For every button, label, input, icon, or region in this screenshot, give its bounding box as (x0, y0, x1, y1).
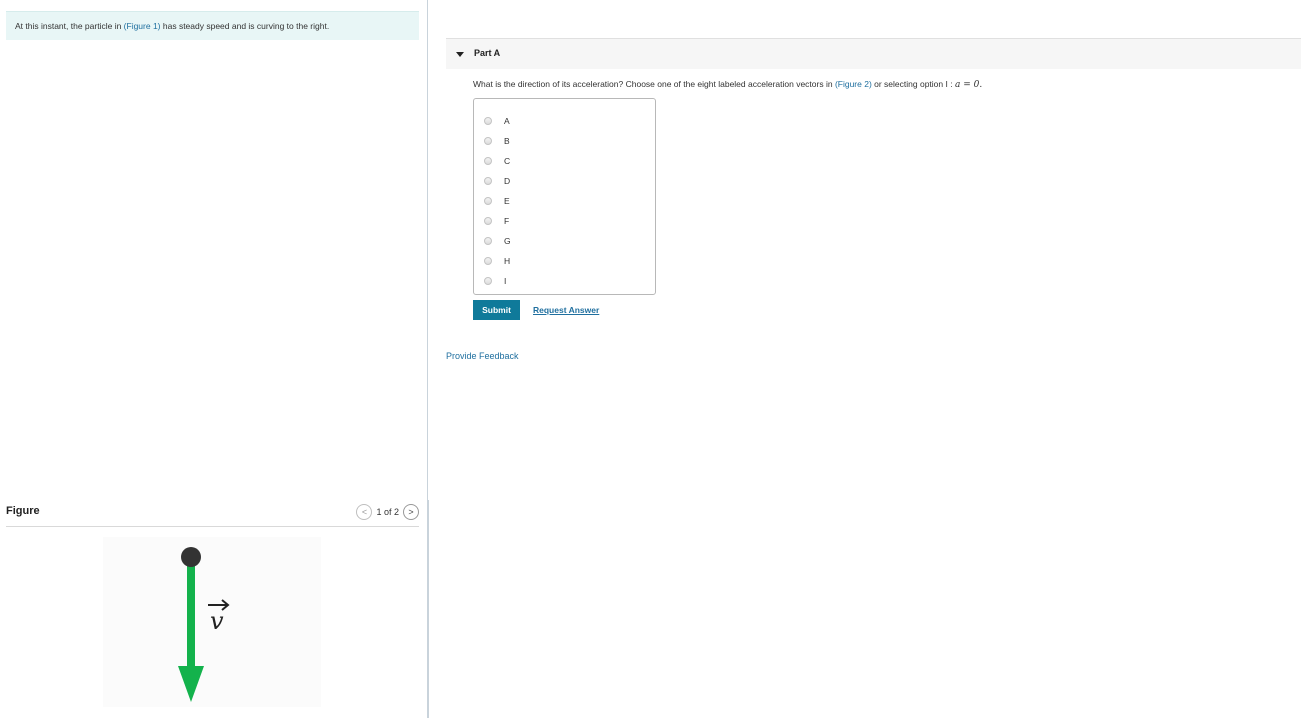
option-label: G (504, 236, 511, 246)
vector-v-label: v (210, 607, 224, 635)
option-f[interactable]: F (474, 211, 655, 231)
figure-1-link[interactable]: (Figure 1) (124, 21, 161, 31)
option-label: D (504, 176, 511, 186)
right-pane: Part A What is the direction of its acce… (446, 0, 1301, 718)
radio-button[interactable] (484, 257, 492, 265)
math-acceleration: a = 0. (955, 80, 982, 90)
option-i[interactable]: I (474, 271, 655, 291)
figure-title: Figure (6, 505, 40, 517)
option-g[interactable]: G (474, 231, 655, 251)
radio-button[interactable] (484, 237, 492, 245)
radio-button[interactable] (484, 117, 492, 125)
particle-dot (181, 547, 201, 567)
radio-button[interactable] (484, 277, 492, 285)
left-pane: At this instant, the particle in (Figure… (0, 0, 428, 718)
intro-after: has steady speed and is curving to the r… (160, 21, 330, 31)
option-label: C (504, 156, 511, 166)
question-after: or selecting option I : (871, 79, 955, 89)
question-text: What is the direction of its acceleratio… (473, 79, 982, 90)
option-label: A (504, 116, 510, 126)
intro-before: At this instant, the particle in (15, 21, 124, 31)
option-b[interactable]: B (474, 131, 655, 151)
option-d[interactable]: D (474, 171, 655, 191)
radio-button[interactable] (484, 157, 492, 165)
figure-image: v (103, 537, 321, 707)
figure-2-link[interactable]: (Figure 2) (835, 79, 872, 89)
pager-label: 1 of 2 (376, 507, 399, 517)
option-label: E (504, 196, 510, 206)
velocity-arrow-shaft (187, 559, 195, 667)
part-title: Part A (474, 48, 501, 58)
figure-pager: < 1 of 2 > (356, 504, 419, 520)
next-figure-button[interactable]: > (403, 504, 419, 520)
provide-feedback-link[interactable]: Provide Feedback (446, 351, 519, 361)
intro-text: At this instant, the particle in (Figure… (6, 11, 419, 40)
math-end: . (979, 80, 983, 90)
option-label: H (504, 256, 511, 266)
option-e[interactable]: E (474, 191, 655, 211)
option-label: I (504, 276, 507, 286)
option-label: F (504, 216, 510, 226)
submit-button[interactable]: Submit (473, 300, 520, 320)
answer-options: A B C D E F G H I (473, 98, 656, 295)
pane-splitter[interactable] (427, 500, 429, 718)
math-equals: = (960, 80, 974, 90)
velocity-arrow-head (178, 666, 204, 702)
radio-button[interactable] (484, 177, 492, 185)
part-a-header[interactable]: Part A (446, 38, 1301, 69)
caret-down-icon (456, 52, 464, 57)
radio-button[interactable] (484, 217, 492, 225)
chevron-left-icon: < (361, 506, 368, 517)
radio-button[interactable] (484, 137, 492, 145)
chevron-right-icon: > (408, 506, 414, 517)
option-label: B (504, 136, 510, 146)
request-answer-link[interactable]: Request Answer (533, 305, 599, 315)
question-before: What is the direction of its acceleratio… (473, 79, 835, 89)
option-c[interactable]: C (474, 151, 655, 171)
option-h[interactable]: H (474, 251, 655, 271)
radio-button[interactable] (484, 197, 492, 205)
option-a[interactable]: A (474, 111, 655, 131)
figure-header: Figure < 1 of 2 > (6, 500, 419, 527)
prev-figure-button[interactable]: < (356, 504, 373, 520)
